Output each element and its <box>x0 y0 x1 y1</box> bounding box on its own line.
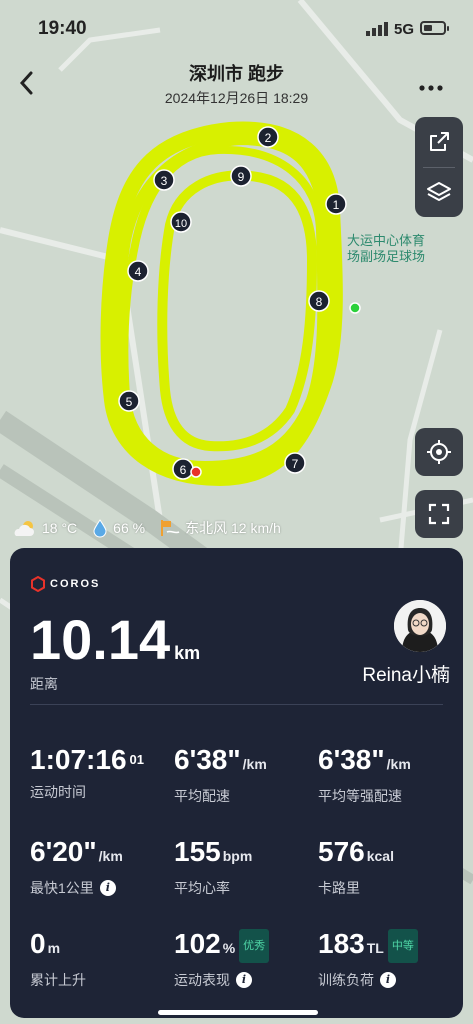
marker-5: 5 <box>126 395 133 409</box>
coros-logo-icon <box>31 576 45 592</box>
metric-label: 训练负荷 <box>318 972 374 988</box>
metric-unit: m <box>47 940 61 956</box>
marker-8: 8 <box>316 295 323 309</box>
locate-button[interactable] <box>415 428 463 476</box>
weather-bar: 18 °C 66 % 东北风 12 km/h <box>12 518 281 538</box>
humidity-icon <box>93 519 107 538</box>
metric-hundredths: 01 <box>129 752 144 767</box>
fullscreen-button[interactable] <box>415 490 463 538</box>
signal-icon <box>366 22 388 36</box>
brand-logo: COROS <box>30 576 100 592</box>
activity-datetime: 2024年12月26日 18:29 <box>164 90 309 106</box>
metric-value: 102 <box>174 928 221 959</box>
metric-value: 0 <box>30 928 46 959</box>
marker-7: 7 <box>292 457 299 471</box>
end-point <box>190 466 202 478</box>
metric-label: 运动时间 <box>30 784 86 800</box>
venue-label-line2: 场副场足球场 <box>347 249 426 264</box>
activity-summary-panel: COROS 10.14 km 距离 Reina小楠 1:07:16 01 运动时间 … <box>10 548 463 1018</box>
metric-value: 576 <box>318 836 365 867</box>
more-button[interactable] <box>418 72 444 98</box>
metric-unit: TL <box>366 940 384 956</box>
humidity: 66 % <box>113 520 146 536</box>
metric-unit: kcal <box>366 848 394 864</box>
distance-unit: km <box>174 643 201 663</box>
metric-unit: /km <box>98 848 123 864</box>
metric-performance: 102% 优秀 运动表现 i <box>174 928 270 990</box>
metric-duration: 1:07:16 01 运动时间 <box>30 744 144 802</box>
info-icon[interactable]: i <box>99 880 116 896</box>
metric-value: 6'38" <box>174 744 241 775</box>
metric-value: 6'20" <box>30 836 97 867</box>
locate-icon <box>427 440 451 464</box>
metric-value: 183 <box>318 928 365 959</box>
metric-calories: 576 kcal 卡路里 <box>318 836 394 898</box>
marker-4: 4 <box>135 265 142 279</box>
marker-2: 2 <box>265 131 272 145</box>
metric-fastest-km: 6'20"/km 最快1公里 i <box>30 836 123 898</box>
avatar[interactable] <box>394 600 446 652</box>
layers-icon <box>427 182 451 201</box>
wind-icon <box>161 520 180 536</box>
metric-label: 平均配速 <box>174 788 230 804</box>
distance-label: 距离 <box>30 676 58 692</box>
venue-label: 大运中心体育 场副场足球场 <box>347 233 425 265</box>
share-icon <box>430 132 449 151</box>
user-name: Reina小楠 <box>362 665 450 686</box>
metric-unit: % <box>222 940 236 956</box>
temperature: 18 °C <box>42 520 78 536</box>
metric-avg-heart-rate: 155 bpm 平均心率 <box>174 836 252 898</box>
metric-label: 累计上升 <box>30 972 86 988</box>
metric-training-load: 183 TL 中等 训练负荷 i <box>318 928 418 990</box>
metric-unit: /km <box>242 756 267 772</box>
marker-3: 3 <box>161 174 168 188</box>
metric-unit: /km <box>386 756 411 772</box>
status-time: 19:40 <box>38 18 87 39</box>
cloud-sun-icon <box>14 521 35 536</box>
performance-badge: 优秀 <box>239 928 270 963</box>
metric-elevation-gain: 0m 累计上升 <box>30 928 86 990</box>
wind: 东北风 12 km/h <box>185 520 281 536</box>
metric-label: 最快1公里 <box>30 880 94 896</box>
map-tools <box>415 117 463 217</box>
avatar-image <box>394 600 446 652</box>
metric-label: 运动表现 <box>174 972 230 988</box>
distance-number: 10.14 <box>30 608 171 671</box>
training-load-badge: 中等 <box>387 928 418 963</box>
metric-value: 1:07:16 <box>30 744 127 775</box>
marker-1: 1 <box>333 198 340 212</box>
more-dots-icon <box>419 85 443 91</box>
marker-6: 6 <box>180 463 187 477</box>
home-indicator[interactable] <box>158 1010 318 1015</box>
battery-icon <box>420 21 449 35</box>
status-bar: 19:40 5G <box>0 0 473 56</box>
distance-value: 10.14 km <box>30 610 200 683</box>
venue-label-line1: 大运中心体育 <box>347 233 426 248</box>
page-title: 深圳市 跑步 <box>188 64 284 84</box>
start-point <box>349 302 361 314</box>
metric-unit: bpm <box>222 848 253 864</box>
info-icon[interactable]: i <box>236 972 252 988</box>
metric-label: 卡路里 <box>318 880 360 896</box>
metric-value: 6'38" <box>318 744 385 775</box>
share-button[interactable] <box>415 117 463 167</box>
metric-label: 平均心率 <box>174 880 230 896</box>
brand-name: COROS <box>50 578 101 590</box>
info-icon[interactable]: i <box>380 972 396 988</box>
metric-value: 155 <box>174 836 221 867</box>
metric-label: 平均等强配速 <box>318 788 402 804</box>
network-type: 5G <box>394 21 415 38</box>
metric-avg-pace: 6'38"/km 平均配速 <box>174 744 267 806</box>
metric-grade-adjusted-pace: 6'38"/km 平均等强配速 <box>318 744 411 806</box>
divider <box>30 704 443 705</box>
map-layers-button[interactable] <box>415 167 463 217</box>
marker-9: 9 <box>238 170 245 184</box>
fullscreen-icon <box>428 503 450 525</box>
marker-10: 10 <box>175 218 187 230</box>
